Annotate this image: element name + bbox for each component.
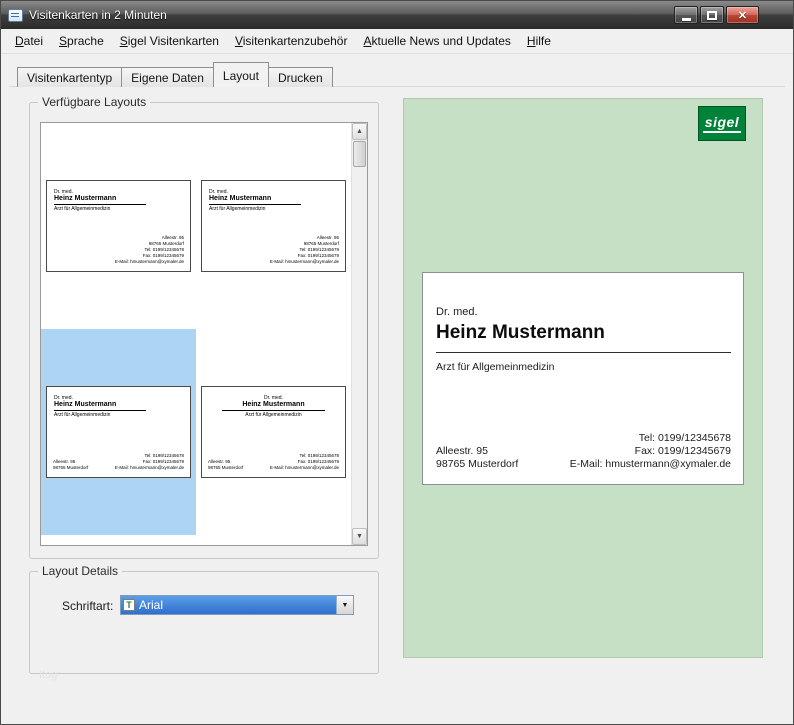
layout-option-1[interactable]: Dr. med. Heinz Mustermann Arzt für Allge… [41, 123, 196, 329]
sigel-logo-text: sigel [705, 114, 739, 130]
layout-details-label: Layout Details [38, 564, 122, 578]
card-preview-panel: sigel Dr. med. Heinz Mustermann Arzt für… [403, 98, 763, 658]
available-layouts-group: Verfügbare Layouts Dr. med. Heinz Muster… [29, 102, 379, 559]
menu-sigel-visitenkarten[interactable]: Sigel Visitenkarten [112, 30, 227, 52]
app-window: Visitenkarten in 2 Minuten ✕ Datei Sprac… [0, 0, 794, 725]
titlebar[interactable]: Visitenkarten in 2 Minuten ✕ [1, 1, 793, 29]
mini-card-name: Heinz Mustermann [54, 401, 146, 411]
chevron-down-icon: ▼ [342, 602, 349, 609]
card-contact-block: Tel: 0199/12345678 Fax: 0199/12345679 E-… [570, 432, 731, 471]
minimize-button[interactable] [674, 6, 698, 24]
card-subtitle: Arzt für Allgemeinmedizin [436, 361, 554, 373]
mini-card-name: Heinz Mustermann [54, 195, 146, 205]
layout-option-4[interactable]: Dr. med. Heinz Mustermann Arzt für Allge… [196, 329, 351, 535]
layout-list[interactable]: Dr. med. Heinz Mustermann Arzt für Allge… [40, 122, 368, 546]
layout-thumbnail: Dr. med. Heinz Mustermann Arzt für Allge… [46, 180, 191, 272]
font-label: Schriftart: [62, 599, 113, 613]
scroll-up-button[interactable]: ▲ [352, 123, 367, 140]
close-button[interactable]: ✕ [726, 6, 759, 24]
layout-thumbnail: Dr. med. Heinz Mustermann Arzt für Allge… [46, 386, 191, 478]
mini-card-contact-block: Tel: 0199/12345678 Fax: 0199/12345679 E-… [270, 453, 339, 471]
card-fax: Fax: 0199/12345679 [570, 445, 731, 458]
maximize-button[interactable] [700, 6, 724, 24]
menu-hilfe[interactable]: Hilfe [519, 30, 559, 52]
mini-card-subtitle: Arzt für Allgemeinmedizin [209, 206, 301, 212]
mini-card-subtitle: Arzt für Allgemeinmedizin [54, 206, 146, 212]
layout-details-group: Layout Details Schriftart: T Arial ▼ [29, 571, 379, 674]
scroll-up-icon: ▲ [356, 128, 363, 135]
menu-datei[interactable]: Datei [7, 30, 51, 52]
business-card-preview: Dr. med. Heinz Mustermann Arzt für Allge… [422, 272, 744, 485]
layout-option-2[interactable]: Dr. med. Heinz Mustermann Arzt für Allge… [196, 123, 351, 329]
layout-grid: Dr. med. Heinz Mustermann Arzt für Allge… [41, 123, 351, 545]
mini-card-name: Heinz Mustermann [209, 195, 301, 205]
layout-list-scrollbar[interactable]: ▲ ▼ [351, 123, 367, 545]
mini-card-contact-block: Alleestr. 95 98765 Musterdorf Tel: 0199/… [115, 235, 184, 265]
watermark: Itog [39, 669, 57, 681]
card-email: E-Mail: hmustermann@xymaler.de [570, 458, 731, 471]
mini-card-address-block: Alleestr. 95 98765 Musterdorf [53, 459, 88, 471]
scroll-down-icon: ▼ [356, 533, 363, 540]
card-title: Dr. med. [436, 306, 478, 318]
font-select[interactable]: T Arial ▼ [120, 595, 354, 615]
mini-card-name: Heinz Mustermann [222, 401, 325, 411]
menu-visitenkartenzubehoer[interactable]: Visitenkartenzubehör [227, 30, 356, 52]
layout-option-3-selected[interactable]: Dr. med. Heinz Mustermann Arzt für Allge… [41, 329, 196, 535]
mini-card-subtitle: Arzt für Allgemeinmedizin [54, 412, 146, 418]
app-icon [8, 9, 23, 22]
mini-card-subtitle: Arzt für Allgemeinmedizin [202, 412, 345, 418]
tab-layout[interactable]: Layout [213, 62, 269, 87]
font-select-value-area[interactable]: T Arial [121, 596, 336, 614]
tab-visitenkartentyp[interactable]: Visitenkartentyp [17, 67, 122, 87]
tab-eigene-daten[interactable]: Eigene Daten [121, 67, 214, 87]
window-title: Visitenkarten in 2 Minuten [29, 8, 167, 22]
menubar: Datei Sprache Sigel Visitenkarten Visite… [1, 29, 793, 54]
close-icon: ✕ [738, 9, 747, 22]
card-address-line1: Alleestr. 95 [436, 445, 518, 458]
scrollbar-thumb[interactable] [353, 141, 366, 167]
layout-thumbnail: Dr. med. Heinz Mustermann Arzt für Allge… [201, 180, 346, 272]
truetype-icon: T [123, 599, 135, 611]
maximize-icon [707, 11, 717, 20]
card-address-block: Alleestr. 95 98765 Musterdorf [436, 445, 518, 471]
sigel-logo-rule [703, 131, 741, 133]
card-name: Heinz Mustermann [436, 322, 731, 353]
card-address-line2: 98765 Musterdorf [436, 458, 518, 471]
scroll-down-button[interactable]: ▼ [352, 528, 367, 545]
card-tel: Tel: 0199/12345678 [570, 432, 731, 445]
mini-card-contact-block: Tel: 0199/12345678 Fax: 0199/12345679 E-… [115, 453, 184, 471]
sigel-logo: sigel [698, 106, 746, 141]
menu-news-updates[interactable]: Aktuelle News und Updates [355, 30, 518, 52]
minimize-icon [682, 18, 691, 21]
available-layouts-label: Verfügbare Layouts [38, 95, 150, 109]
layout-thumbnail: Dr. med. Heinz Mustermann Arzt für Allge… [201, 386, 346, 478]
font-select-value: Arial [139, 598, 163, 612]
tab-drucken[interactable]: Drucken [268, 67, 333, 87]
menu-sprache[interactable]: Sprache [51, 30, 112, 52]
tab-strip: Visitenkartentyp Eigene Daten Layout Dru… [17, 62, 333, 87]
mini-card-address-block: Alleestr. 95 98765 Musterdorf [208, 459, 243, 471]
mini-card-contact-block: Alleestr. 95 98765 Musterdorf Tel: 0199/… [270, 235, 339, 265]
font-select-dropdown-button[interactable]: ▼ [336, 596, 353, 614]
window-controls: ✕ [674, 6, 759, 24]
